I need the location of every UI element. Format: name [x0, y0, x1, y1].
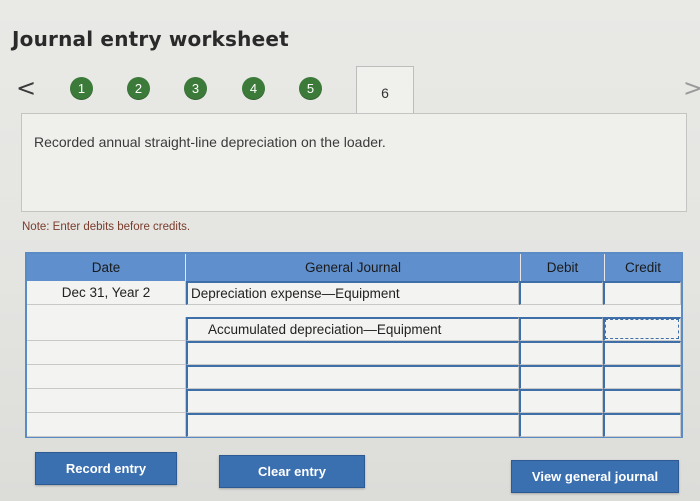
step-3-button[interactable]: 3 — [184, 77, 207, 100]
debit-input[interactable] — [519, 389, 603, 413]
date-cell[interactable] — [27, 365, 186, 389]
debit-input[interactable] — [519, 317, 603, 341]
account-input[interactable] — [186, 341, 519, 365]
date-cell[interactable] — [27, 317, 186, 341]
debit-input[interactable] — [519, 365, 603, 389]
credit-input[interactable] — [603, 365, 681, 389]
column-header-date: Date — [27, 254, 186, 281]
table-row: Dec 31, Year 2 Depreciation expense—Equi… — [27, 281, 681, 305]
column-header-debit: Debit — [521, 254, 605, 281]
account-input[interactable] — [186, 389, 519, 413]
table-row — [27, 365, 681, 389]
credit-input[interactable] — [603, 341, 681, 365]
journal-table: Date General Journal Debit Credit Dec 31… — [25, 252, 683, 438]
chevron-right-icon[interactable]: > — [683, 76, 700, 100]
credit-input[interactable] — [603, 317, 681, 341]
account-input[interactable]: Accumulated depreciation—Equipment — [186, 317, 519, 341]
date-cell[interactable] — [27, 389, 186, 413]
note-text: Note: Enter debits before credits. — [22, 221, 191, 233]
debit-input[interactable] — [519, 413, 603, 437]
column-header-general-journal: General Journal — [186, 254, 521, 281]
step-2-button[interactable]: 2 — [127, 77, 150, 100]
record-entry-button[interactable]: Record entry — [35, 452, 177, 485]
transaction-description-panel: Recorded annual straight-line depreciati… — [21, 113, 687, 212]
debit-input[interactable] — [519, 341, 603, 365]
table-row: Accumulated depreciation—Equipment — [27, 317, 681, 341]
step-5-button[interactable]: 5 — [299, 77, 322, 100]
account-input[interactable] — [186, 413, 519, 437]
chevron-left-icon[interactable]: < — [16, 76, 36, 100]
column-header-credit: Credit — [624, 260, 661, 275]
table-row — [27, 413, 681, 437]
table-row — [27, 389, 681, 413]
journal-header-row: Date General Journal Debit Credit — [27, 254, 681, 281]
view-general-journal-button[interactable]: View general journal — [511, 460, 679, 493]
step-6-tab[interactable]: 6 — [356, 66, 414, 114]
credit-input[interactable] — [603, 281, 681, 305]
account-input[interactable]: Depreciation expense—Equipment — [186, 281, 519, 305]
date-cell[interactable]: Dec 31, Year 2 — [27, 281, 186, 305]
step-1-button[interactable]: 1 — [70, 77, 93, 100]
table-row — [27, 341, 681, 365]
debit-input[interactable] — [519, 281, 603, 305]
transaction-description: Recorded annual straight-line depreciati… — [34, 134, 386, 150]
clear-entry-button[interactable]: Clear entry — [219, 455, 365, 488]
step-4-button[interactable]: 4 — [242, 77, 265, 100]
account-input[interactable] — [186, 365, 519, 389]
date-cell[interactable] — [27, 341, 186, 365]
date-cell[interactable] — [27, 413, 186, 437]
credit-input[interactable] — [603, 413, 681, 437]
page-title: Journal entry worksheet — [12, 27, 289, 51]
credit-input[interactable] — [603, 389, 681, 413]
